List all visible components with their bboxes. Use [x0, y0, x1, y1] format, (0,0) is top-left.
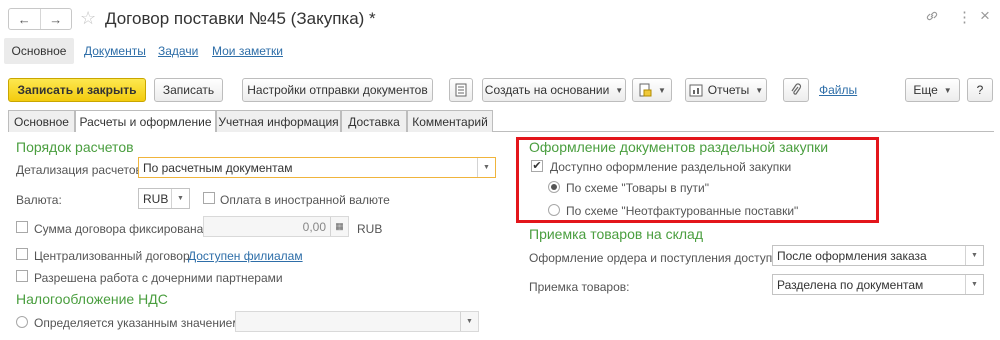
tab-accounting[interactable]: Учетная информация	[216, 110, 341, 132]
print-doc-icon	[639, 83, 652, 97]
currency-label: Валюта:	[16, 193, 62, 207]
close-icon[interactable]: ×	[980, 6, 990, 26]
section-documents[interactable]: Документы	[84, 44, 146, 58]
dropdown-arrow-icon[interactable]: ▼	[965, 275, 983, 294]
create-based-on-button[interactable]: Создать на основании ▼	[482, 78, 626, 102]
tab-comment[interactable]: Комментарий	[407, 110, 493, 132]
page-title: Договор поставки №45 (Закупка) *	[105, 9, 376, 28]
receipt-select[interactable]: Разделена по документам ▼	[772, 274, 984, 295]
vat-option-label: Определяется указанным значением	[34, 316, 241, 330]
create-based-on-label: Создать на основании	[484, 83, 610, 97]
dropdown-arrow-icon[interactable]: ▼	[965, 246, 983, 265]
detail-select[interactable]: По расчетным документам ▼	[138, 157, 496, 178]
separate-purchase-label: Доступно оформление раздельной закупки	[550, 160, 792, 174]
centralized-label: Централизованный договор	[34, 249, 190, 263]
foreign-payment-label: Оплата в иностранной валюте	[220, 193, 390, 207]
section-notes[interactable]: Мои заметки	[212, 44, 283, 58]
vat-select[interactable]: ▼	[235, 311, 479, 332]
back-arrow-icon[interactable]: ←	[9, 9, 40, 29]
scheme-transit-label: По схеме "Товары в пути"	[566, 181, 709, 195]
scheme-uninvoiced-label: По схеме "Неотфактурованные поставки"	[566, 204, 799, 218]
fixed-sum-label: Сумма договора фиксирована	[34, 222, 204, 236]
help-button[interactable]: ?	[967, 78, 993, 102]
separate-purchase-header: Оформление документов раздельной закупки	[529, 139, 829, 155]
vat-radio[interactable]	[16, 316, 28, 328]
more-vertical-icon[interactable]: ⋮	[957, 8, 972, 26]
scheme-transit-radio[interactable]	[548, 181, 560, 193]
tab-delivery[interactable]: Доставка	[341, 110, 407, 132]
reports-label: Отчеты	[707, 83, 750, 97]
forward-arrow-icon[interactable]: →	[39, 9, 72, 29]
files-link[interactable]: Файлы	[819, 83, 857, 97]
history-nav: ← →	[8, 8, 72, 30]
calculator-icon[interactable]: ▦	[330, 217, 348, 236]
send-settings-button[interactable]: Настройки отправки документов	[242, 78, 433, 102]
centralized-checkbox[interactable]	[16, 248, 28, 260]
reports-button[interactable]: Отчеты ▼	[685, 78, 767, 102]
chevron-down-icon: ▼	[658, 85, 666, 95]
fixed-sum-input[interactable]: 0,00 ▦	[203, 216, 349, 237]
detail-label: Детализация расчетов:	[16, 163, 146, 177]
receipt-header: Приемка товаров на склад	[529, 226, 704, 242]
currency-value: RUB	[143, 191, 169, 206]
foreign-payment-checkbox[interactable]	[203, 192, 215, 204]
radio-selected-dot	[551, 184, 557, 190]
order-value: После оформления заказа	[777, 248, 927, 263]
vat-header: Налогообложение НДС	[16, 291, 168, 307]
dropdown-arrow-icon[interactable]: ▼	[460, 312, 478, 331]
chevron-down-icon: ▼	[943, 85, 952, 95]
more-button[interactable]: Еще ▼	[905, 78, 960, 102]
fixed-sum-currency: RUB	[357, 222, 383, 236]
detail-value: По расчетным документам	[143, 160, 293, 175]
settlement-header: Порядок расчетов	[16, 139, 134, 155]
order-label: Оформление ордера и поступления доступно…	[529, 251, 789, 265]
dropdown-arrow-icon[interactable]: ▼	[171, 189, 189, 208]
branches-link[interactable]: Доступен филиалам	[188, 249, 303, 263]
paperclip-icon[interactable]	[783, 78, 809, 102]
tab-main[interactable]: Основное	[8, 110, 75, 132]
section-main[interactable]: Основное	[4, 38, 74, 64]
section-tasks[interactable]: Задачи	[158, 44, 198, 58]
fixed-sum-checkbox[interactable]	[16, 221, 28, 233]
save-and-close-button[interactable]: Записать и закрыть	[8, 78, 146, 102]
print-menu-button[interactable]: ▼	[632, 78, 672, 102]
chevron-down-icon: ▼	[755, 85, 764, 95]
partners-label: Разрешена работа с дочерними партнерами	[34, 271, 283, 285]
link-icon[interactable]	[925, 9, 939, 26]
separate-purchase-checkbox[interactable]: ✔	[531, 160, 543, 172]
partners-checkbox[interactable]	[16, 270, 28, 282]
order-select[interactable]: После оформления заказа ▼	[772, 245, 984, 266]
receipt-value: Разделена по документам	[777, 277, 924, 292]
receipt-label: Приемка товаров:	[529, 280, 630, 294]
save-button[interactable]: Записать	[154, 78, 223, 102]
favorite-star-icon[interactable]: ☆	[80, 8, 96, 28]
more-label: Еще	[913, 83, 938, 97]
report-icon	[689, 84, 703, 96]
tab-settlements[interactable]: Расчеты и оформление	[75, 110, 216, 132]
document-list-icon[interactable]	[449, 78, 473, 102]
dropdown-arrow-icon[interactable]: ▼	[477, 158, 495, 177]
fixed-sum-value: 0,00	[302, 219, 326, 234]
currency-select[interactable]: RUB ▼	[138, 188, 190, 209]
scheme-uninvoiced-radio[interactable]	[548, 204, 560, 216]
chevron-down-icon: ▼	[615, 85, 624, 95]
